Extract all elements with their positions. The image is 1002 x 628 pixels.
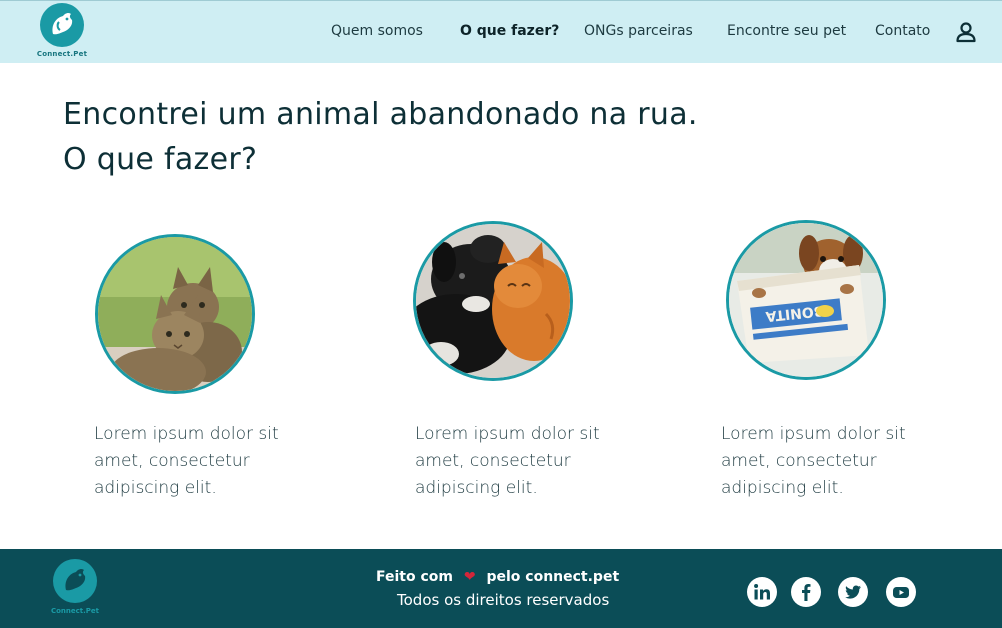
facebook-icon[interactable]: [791, 577, 821, 607]
linkedin-icon[interactable]: [747, 577, 777, 607]
heart-icon: ❤: [463, 569, 476, 585]
made-with-prefix: Feito com: [376, 569, 453, 585]
card-text-1: Lorem ipsum dolor sit amet, consectetur …: [94, 424, 279, 498]
page-title-line-2: O que fazer?: [63, 142, 258, 177]
user-icon[interactable]: [955, 21, 977, 43]
footer-logo[interactable]: Connect.Pet: [48, 559, 102, 621]
page-title-line-1: Encontrei um animal abandonado na rua.: [63, 97, 698, 132]
card-image-dog-and-cat: [413, 221, 573, 381]
footer-logo-text: Connect.Pet: [50, 607, 100, 615]
card-text-2: Lorem ipsum dolor sit amet, consectetur …: [415, 424, 600, 498]
nav-contato[interactable]: Contato: [875, 23, 930, 39]
nav-quem-somos[interactable]: Quem somos: [331, 23, 423, 39]
footer-logo-pet-icon: [53, 559, 97, 603]
logo-text: Connect.Pet: [36, 50, 88, 58]
page-title: Encontrei um animal abandonado na rua. O…: [63, 92, 823, 182]
card-image-dog-in-box: BONITA: [726, 220, 886, 380]
card-image-kittens: [95, 234, 255, 394]
copyright-text: Todos os direitos reservados: [397, 591, 610, 609]
made-with-text: Feito com ❤ pelo connect.pet: [376, 569, 626, 589]
card-text-3: Lorem ipsum dolor sit amet, consectetur …: [721, 424, 906, 498]
twitter-icon[interactable]: [838, 577, 868, 607]
site-header: Connect.Pet Quem somos O que fazer? ONGs…: [0, 0, 1002, 63]
nav-o-que-fazer[interactable]: O que fazer?: [460, 23, 559, 39]
youtube-icon[interactable]: [886, 577, 916, 607]
nav-encontre-seu-pet[interactable]: Encontre seu pet: [727, 23, 846, 39]
made-with-suffix: pelo connect.pet: [486, 569, 620, 585]
nav-ongs-parceiras[interactable]: ONGs parceiras: [584, 23, 693, 39]
main-nav: Quem somos O que fazer? ONGs parceiras E…: [0, 23, 1002, 43]
site-footer: Connect.Pet Feito com ❤ pelo connect.pet…: [0, 549, 1002, 628]
